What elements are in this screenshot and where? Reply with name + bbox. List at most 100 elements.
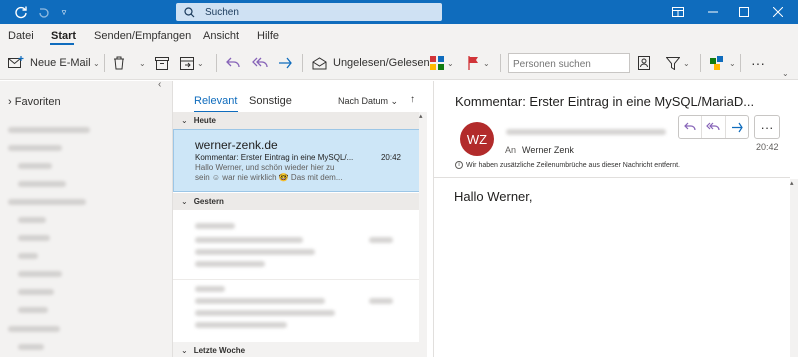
message-list-scrollbar[interactable]: ▴ — [419, 112, 427, 357]
redacted-folder[interactable] — [8, 145, 62, 151]
group-header-yesterday[interactable]: ⌄ Gestern — [173, 193, 420, 210]
categorize-icon — [430, 56, 444, 70]
favorites-label: Favoriten — [14, 96, 61, 108]
forward-icon — [279, 57, 292, 69]
redacted-folder[interactable] — [18, 307, 48, 313]
redacted-folder[interactable] — [18, 344, 44, 350]
redacted-folder[interactable] — [8, 326, 60, 332]
archive-button[interactable] — [155, 54, 169, 72]
categorize-button[interactable]: ⌄ — [430, 54, 454, 72]
flag-button[interactable]: ⌄ — [468, 54, 490, 72]
new-email-button[interactable]: Neue E-Mail — [8, 54, 91, 72]
new-email-dropdown-icon[interactable]: ⌄ — [90, 54, 100, 72]
group-header-today[interactable]: ⌄ Heute — [173, 112, 420, 129]
menu-start[interactable]: Start — [51, 30, 76, 42]
header-divider — [434, 177, 790, 178]
menu-datei[interactable]: Datei — [8, 30, 34, 42]
toolbar-separator — [216, 54, 217, 72]
redacted-folder[interactable] — [18, 289, 54, 295]
customize-quick-access-icon[interactable]: ▿ — [57, 4, 71, 20]
move-button[interactable]: ⌄ — [180, 54, 204, 72]
people-search-input[interactable] — [508, 53, 630, 73]
email-body-greeting: Hallo Werner, — [454, 189, 533, 204]
redacted-folder[interactable] — [18, 253, 38, 259]
toolbar-separator — [500, 54, 501, 72]
forward-button[interactable] — [726, 116, 748, 138]
envelope-open-icon — [312, 56, 327, 69]
delete-button[interactable] — [113, 54, 125, 72]
redacted-folder[interactable] — [18, 181, 66, 187]
redacted-folder[interactable] — [18, 271, 62, 277]
reading-pane-scrollbar[interactable]: ▴ — [790, 179, 798, 357]
close-icon[interactable] — [762, 0, 794, 24]
message-subject: Kommentar: Erster Eintrag in eine MySQL/… — [195, 153, 354, 162]
message-preview: Hallo Werner, und schön wieder hier zu s… — [195, 163, 365, 183]
apps-icon — [710, 56, 723, 70]
reply-all-button[interactable] — [252, 54, 268, 72]
delete-dropdown-icon[interactable]: ⌄ — [136, 54, 146, 72]
unread-read-button[interactable]: Ungelesen/Gelesen — [312, 54, 430, 72]
sort-direction-icon[interactable]: ↑ — [410, 94, 415, 105]
redacted-folder[interactable] — [8, 199, 86, 205]
more-actions-button[interactable]: ··· — [754, 115, 780, 139]
filter-email-button[interactable]: ⌄ — [666, 54, 690, 72]
archive-icon — [155, 56, 169, 70]
menu-bar: Datei Start Senden/Empfangen Ansicht Hil… — [0, 24, 798, 46]
avatar[interactable]: WZ — [460, 122, 494, 156]
reply-all-icon — [252, 57, 268, 68]
scroll-up-icon[interactable]: ▴ — [419, 112, 423, 120]
message-time: 20:42 — [380, 153, 401, 162]
expand-ribbon-icon[interactable]: ⌄ — [782, 64, 789, 82]
reply-button[interactable] — [226, 54, 240, 72]
redacted-folder[interactable] — [18, 163, 52, 169]
message-item-selected[interactable]: werner-zenk.de Kommentar: Erster Eintrag… — [173, 129, 420, 192]
chevron-right-icon: › — [8, 96, 12, 108]
redacted-sender[interactable] — [506, 129, 666, 135]
undo-icon[interactable] — [35, 4, 51, 20]
collapse-pane-icon[interactable]: ‹ — [158, 79, 161, 90]
info-icon: i — [455, 161, 463, 169]
redacted-folder[interactable] — [18, 235, 50, 241]
chevron-down-icon: ⌄ — [181, 346, 188, 355]
address-book-button[interactable] — [638, 54, 650, 72]
forward-button[interactable] — [278, 54, 292, 72]
menu-hilfe[interactable]: Hilfe — [257, 30, 279, 42]
group-header-last-week[interactable]: ⌄ Letzte Woche — [173, 342, 420, 357]
scroll-up-icon[interactable]: ▴ — [790, 179, 794, 187]
new-email-label: Neue E-Mail — [30, 57, 91, 69]
folder-pane: ‹ › Favoriten — [0, 79, 172, 357]
sort-button[interactable]: Nach Datum ⌄ — [338, 96, 398, 107]
reply-button[interactable] — [679, 116, 703, 138]
message-item[interactable] — [173, 279, 420, 347]
menu-ansicht[interactable]: Ansicht — [203, 30, 239, 42]
address-book-icon — [638, 56, 650, 70]
preview-line: sein ☺ war nie wirklich 🤓 Das mit dem... — [195, 173, 343, 182]
outlook-window: ▿ Suchen Datei Start Senden/Empfangen An… — [0, 0, 798, 357]
chevron-down-icon: ⌄ — [181, 116, 188, 125]
minimize-icon[interactable] — [697, 0, 729, 24]
layout-icon[interactable] — [662, 0, 694, 24]
search-box[interactable]: Suchen — [176, 3, 442, 21]
move-to-folder-icon — [180, 56, 194, 70]
more-commands-button[interactable]: ··· — [751, 54, 765, 72]
redacted-folder[interactable] — [8, 127, 90, 133]
message-list-pane: Relevant Sonstige Nach Datum ⌄ ↑ ⌄ Heute … — [172, 81, 427, 357]
apps-button[interactable]: ⌄ — [710, 54, 736, 72]
message-item[interactable] — [173, 211, 420, 279]
redacted-folder[interactable] — [18, 217, 46, 223]
sync-icon[interactable] — [12, 4, 30, 20]
info-bar: i Wir haben zusätzliche Zeilenumbrüche a… — [455, 161, 680, 169]
tab-sonstige[interactable]: Sonstige — [249, 95, 292, 107]
reply-all-icon — [706, 122, 721, 130]
favorites-header[interactable]: › Favoriten — [8, 96, 61, 108]
preview-line: Hallo Werner, und schön wieder hier zu — [195, 163, 335, 172]
email-subject: Kommentar: Erster Eintrag in eine MySQL/… — [455, 94, 755, 109]
unread-read-label: Ungelesen/Gelesen — [333, 57, 430, 69]
menu-senden-empfangen[interactable]: Senden/Empfangen — [94, 30, 191, 42]
maximize-icon[interactable] — [728, 0, 760, 24]
recipient-name[interactable]: Werner Zenk — [522, 145, 574, 155]
reply-all-button[interactable] — [702, 116, 726, 138]
tab-relevant[interactable]: Relevant — [194, 95, 239, 113]
filter-icon — [666, 56, 680, 70]
toolbar-separator — [104, 54, 105, 72]
